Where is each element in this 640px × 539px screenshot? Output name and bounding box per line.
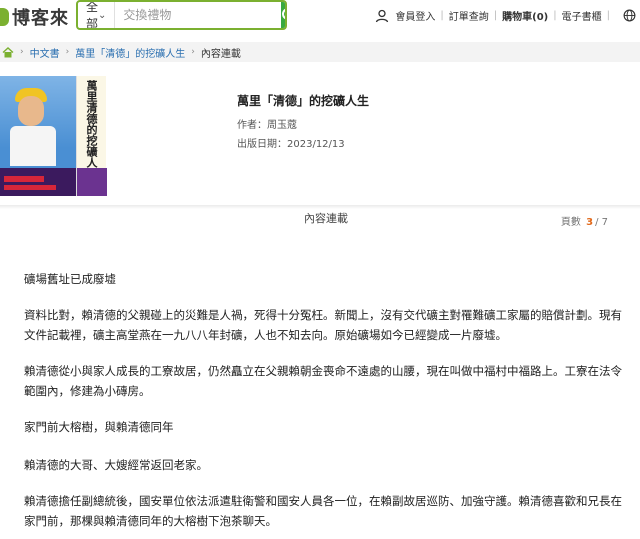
face-shape: [18, 96, 44, 126]
spine-title: 萬里清德的挖礦人生: [85, 80, 98, 179]
home-icon[interactable]: [2, 46, 14, 58]
logo-mark-icon: [0, 8, 9, 26]
search-input[interactable]: [115, 2, 282, 28]
book-publish-date: 出版日期：2023/12/13: [237, 139, 345, 150]
login-link[interactable]: 會員登入: [395, 8, 435, 23]
site-header: 博客來 全部 ⌄ 會員登入 | 訂單查詢 | 購物車(0) | 電子書櫃 |: [0, 0, 640, 33]
article-heading: 家門前大榕樹，與賴清德同年: [24, 420, 174, 434]
article-paragraph: 賴清德的大哥、大嫂經常返回老家。: [24, 458, 208, 472]
chevron-right-icon: ›: [191, 47, 195, 57]
breadcrumb-item-book[interactable]: 萬里「清德」的挖礦人生: [75, 45, 185, 60]
header-links: 會員登入 | 訂單查詢 | 購物車(0) | 電子書櫃 |: [375, 8, 636, 23]
book-title[interactable]: 萬里「清德」的挖礦人生: [237, 92, 369, 109]
book-spine: 萬里清德的挖礦人生: [76, 76, 107, 196]
breadcrumb: › 中文書 › 萬里「清德」的挖礦人生 › 內容連載: [0, 42, 640, 62]
cart-link[interactable]: 購物車(0): [502, 8, 548, 23]
divider: |: [493, 10, 498, 21]
book-cover-image[interactable]: [0, 76, 76, 196]
article-paragraph: 資料比對，賴清德的父親碰上的災難是人禍，死得十分冤枉。新聞上，沒有交代礦主對罹難…: [24, 308, 622, 342]
section-title: 內容連載: [304, 212, 348, 225]
page-indicator: 頁數 3/ 7: [561, 213, 608, 228]
shirt-shape: [10, 126, 56, 166]
chevron-down-icon: ⌄: [98, 9, 107, 21]
search-bar: 全部 ⌄: [76, 0, 287, 30]
chevron-right-icon: ›: [20, 47, 24, 57]
page-total: / 7: [595, 217, 608, 228]
logo-text: 博客來: [12, 8, 69, 29]
site-logo[interactable]: 博客來: [0, 6, 69, 29]
article-paragraph: 賴清德從小與家人成長的工寮故居，仍然矗立在父親賴朝金喪命不遠處的山腰，現在叫做中…: [24, 364, 622, 398]
section-divider: [0, 205, 640, 209]
book-info: 萬里清德的挖礦人生 萬里「清德」的挖礦人生 作者：周玉蔻 出版日期：2023/1…: [0, 62, 640, 205]
page-label: 頁數: [560, 217, 581, 228]
breadcrumb-item-category[interactable]: 中文書: [30, 45, 60, 60]
page-current[interactable]: 3: [586, 217, 593, 228]
divider: |: [606, 10, 610, 21]
search-category-label: 全部: [86, 0, 99, 30]
ebook-link[interactable]: 電子書櫃: [562, 8, 602, 23]
article-paragraph: 賴清德擔任副總統後，國安單位依法派遣駐衛警和國安人員各一位，在賴副故居巡防、加強…: [24, 494, 622, 528]
chevron-right-icon: ›: [65, 47, 70, 57]
globe-icon[interactable]: [623, 9, 636, 22]
order-link[interactable]: 訂單查詢: [449, 8, 489, 23]
search-category-select[interactable]: 全部 ⌄: [78, 0, 116, 30]
article-heading: 礦場舊址已成廢墟: [24, 272, 116, 286]
user-icon[interactable]: [375, 9, 389, 23]
search-icon: [282, 9, 285, 19]
book-author: 作者：周玉蔻: [237, 120, 297, 131]
breadcrumb-item-current: 內容連載: [200, 48, 241, 60]
divider: |: [553, 10, 557, 21]
divider: |: [440, 10, 444, 21]
search-button[interactable]: [281, 2, 285, 28]
